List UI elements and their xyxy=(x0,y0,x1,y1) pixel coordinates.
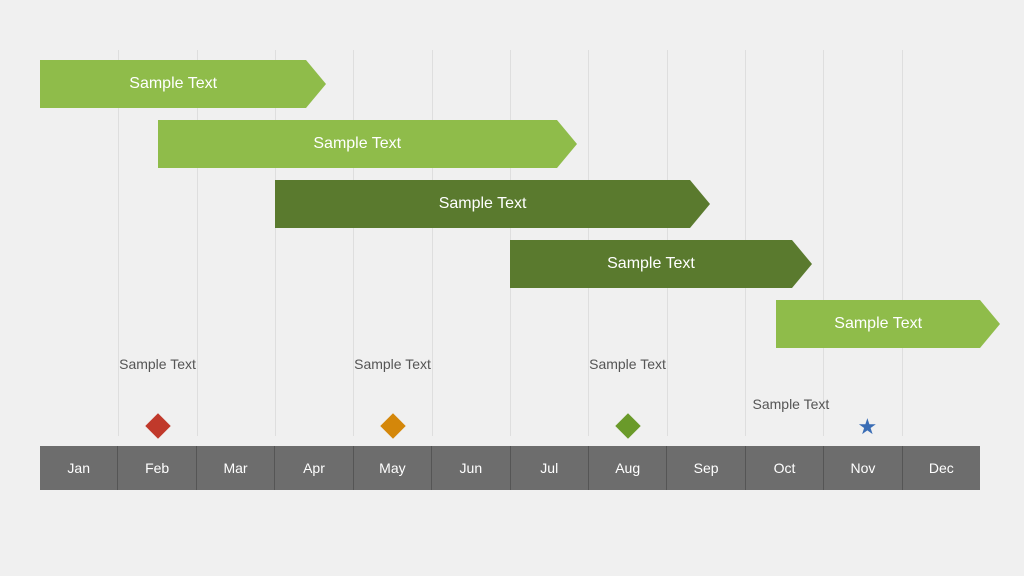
star-milestone-icon: ★ xyxy=(858,414,878,440)
month-cell-jan: Jan xyxy=(40,446,118,490)
bar-label-1: Sample Text xyxy=(129,75,217,93)
milestone-diamond-2 xyxy=(380,413,405,438)
gantt-bar-5: Sample Text xyxy=(776,300,980,348)
milestone-diamond-3 xyxy=(615,413,640,438)
milestone-diamond-1 xyxy=(145,413,170,438)
month-cell-nov: Nov xyxy=(824,446,902,490)
gantt-bar-2: Sample Text xyxy=(158,120,558,168)
gantt-bar-4: Sample Text xyxy=(510,240,792,288)
grid-line xyxy=(823,50,824,436)
month-cell-jul: Jul xyxy=(511,446,589,490)
grid-line xyxy=(353,50,354,436)
milestone-label-1: Sample Text xyxy=(103,356,213,372)
month-cell-mar: Mar xyxy=(197,446,275,490)
bar-label-2: Sample Text xyxy=(313,135,401,153)
gantt-bar-3: Sample Text xyxy=(275,180,690,228)
grid-line xyxy=(902,50,903,436)
milestone-label-3: Sample Text xyxy=(573,356,683,372)
milestone-label-2: Sample Text xyxy=(338,356,448,372)
month-cell-oct: Oct xyxy=(746,446,824,490)
chart-area: Sample Text Sample Text Sample Text Sample … xyxy=(40,50,980,490)
month-cell-dec: Dec xyxy=(903,446,980,490)
slide: Sample Text Sample Text Sample Text Sample … xyxy=(0,0,1024,576)
star-milestone-label: Sample Text xyxy=(753,396,830,412)
month-cell-may: May xyxy=(354,446,432,490)
month-cell-aug: Aug xyxy=(589,446,667,490)
bar-label-4: Sample Text xyxy=(607,255,695,273)
month-cell-feb: Feb xyxy=(118,446,196,490)
month-cell-jun: Jun xyxy=(432,446,510,490)
gantt-bar-1: Sample Text xyxy=(40,60,306,108)
bar-label-3: Sample Text xyxy=(439,195,527,213)
month-cell-sep: Sep xyxy=(667,446,745,490)
timeline-bar: JanFebMarAprMayJunJulAugSepOctNovDec xyxy=(40,446,980,490)
grid-line xyxy=(432,50,433,436)
month-cell-apr: Apr xyxy=(275,446,353,490)
bar-label-5: Sample Text xyxy=(834,315,922,333)
